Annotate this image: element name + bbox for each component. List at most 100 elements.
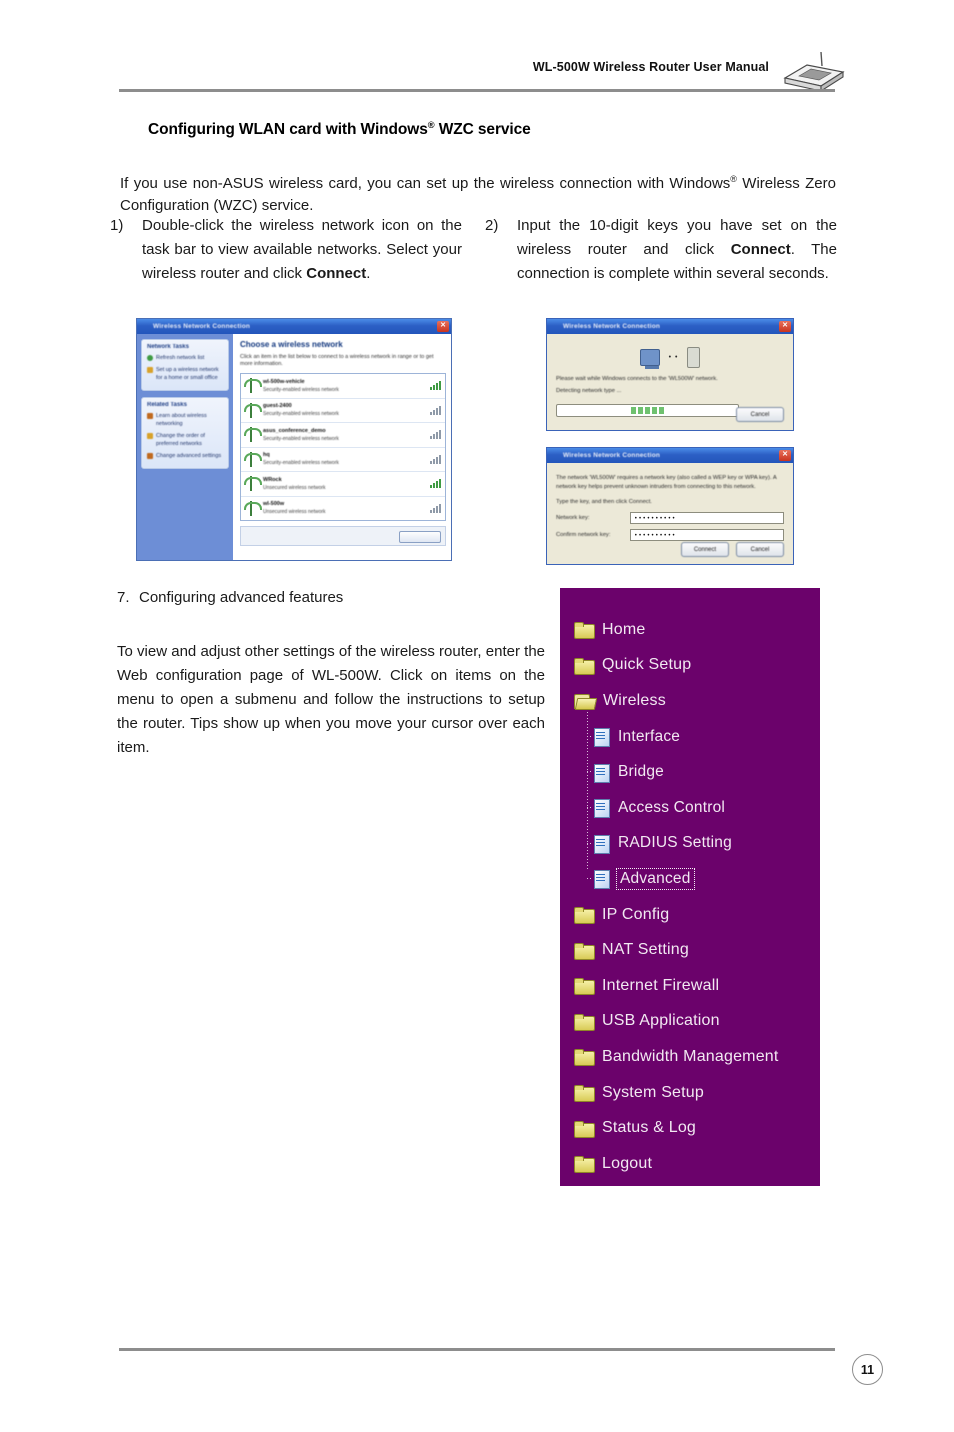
network-list-item[interactable]: guest-2400 Security-enabled wireless netw… <box>241 399 445 423</box>
network-item-text: WRock Unsecured wireless network <box>260 476 430 492</box>
screenshot-choose-wireless-network: Wireless Network Connection ✕ Network Ta… <box>136 318 452 561</box>
folder-open-icon <box>574 693 594 710</box>
menu-item-label: Status & Log <box>602 1119 697 1137</box>
network-description: Security-enabled wireless network <box>263 386 339 393</box>
task-link[interactable]: Set up a wireless network for a home or … <box>147 366 223 382</box>
folder-icon <box>574 1085 595 1103</box>
menu-item-quick-setup[interactable]: Quick Setup <box>560 648 820 684</box>
step-2-body: Input the 10-digit keys you have set on … <box>517 214 837 286</box>
folder-icon <box>574 622 595 640</box>
folder-icon <box>574 1013 595 1031</box>
network-name: guest-2400 <box>263 403 292 410</box>
router-device-icon <box>687 346 701 368</box>
menu-item-internet-firewall[interactable]: Internet Firewall <box>560 968 820 1004</box>
close-icon[interactable]: ✕ <box>779 449 791 461</box>
network-key-message: The network 'WL500W' requires a network … <box>556 475 777 490</box>
cancel-button[interactable]: Cancel <box>736 542 784 557</box>
network-list-item[interactable]: hq Security-enabled wireless network <box>241 448 445 472</box>
task-link[interactable]: Change advanced settings <box>147 452 223 460</box>
wireless-signal-icon <box>243 377 262 394</box>
menu-item-label: Bridge <box>618 763 665 781</box>
step-1: 1) Double-click the wireless network ico… <box>110 214 462 286</box>
pane-subtext: Click an item in the list below to conne… <box>240 354 434 367</box>
menu-item-radius-setting[interactable]: RADIUS Setting <box>560 826 820 862</box>
step-1-body: Double-click the wireless network icon o… <box>142 214 462 286</box>
menu-item-advanced[interactable]: Advanced <box>560 861 820 897</box>
window-title: Wireless Network Connection <box>563 452 661 459</box>
related-tasks-title: Related Tasks <box>147 402 187 408</box>
menu-item-label: RADIUS Setting <box>618 834 732 852</box>
network-list-item[interactable]: WRock Unsecured wireless network <box>241 472 445 497</box>
menu-item-label: Access Control <box>618 798 726 816</box>
connect-button[interactable]: Connect <box>681 542 729 557</box>
signal-strength-icon <box>430 454 441 464</box>
document-icon <box>594 870 610 890</box>
wireless-signal-icon <box>243 475 262 492</box>
related-tasks-panel: Related Tasks Learn about wireless netwo… <box>141 397 229 469</box>
network-name: wl-500w-vehicle <box>263 378 305 385</box>
network-item-text: wl-500w-vehicle Security-enabled wireless… <box>260 378 430 394</box>
network-key-instruction: Type the key, and then click Connect. <box>556 499 652 505</box>
menu-item-label: System Setup <box>602 1083 705 1101</box>
menu-item-interface[interactable]: Interface <box>560 719 820 755</box>
menu-item-label: Advanced <box>616 867 695 890</box>
menu-item-ip-config[interactable]: IP Config <box>560 897 820 933</box>
progress-bar <box>556 404 739 417</box>
menu-item-status-log[interactable]: Status & Log <box>560 1110 820 1146</box>
dialog-body: • • Please wait while Windows connects t… <box>547 334 793 430</box>
task-link[interactable]: Change the order of preferred networks <box>147 432 223 448</box>
network-key-input[interactable]: •••••••••• <box>630 512 784 524</box>
menu-item-label: Home <box>602 620 646 638</box>
document-icon <box>594 763 610 783</box>
menu-item-logout[interactable]: Logout <box>560 1146 820 1182</box>
registered-mark: ® <box>427 119 435 130</box>
task-link[interactable]: Learn about wireless networking <box>147 412 223 428</box>
network-list-item[interactable]: wl-500w-vehicle Security-enabled wireless… <box>241 374 445 399</box>
wireless-signal-icon <box>243 451 262 468</box>
network-name: wl-500w <box>263 501 285 508</box>
window-titlebar: Wireless Network Connection ✕ <box>137 319 451 334</box>
close-icon[interactable]: ✕ <box>779 320 791 332</box>
menu-item-label: IP Config <box>602 905 670 923</box>
connect-button[interactable] <box>399 531 441 543</box>
router-icon <box>777 50 849 94</box>
confirm-key-input[interactable]: •••••••••• <box>630 529 784 541</box>
menu-item-bandwidth-management[interactable]: Bandwidth Management <box>560 1039 820 1075</box>
menu-item-home[interactable]: Home <box>560 612 820 648</box>
menu-item-wireless[interactable]: Wireless <box>560 683 820 719</box>
dialog-footer <box>240 526 446 546</box>
header-divider <box>119 89 835 92</box>
menu-item-nat-setting[interactable]: NAT Setting <box>560 932 820 968</box>
network-tasks-panel: Network Tasks Refresh network list Set u… <box>141 339 229 391</box>
network-description: Security-enabled wireless network <box>263 460 339 467</box>
network-name: WRock <box>263 476 282 483</box>
section-7-title-text: Configuring advanced features <box>139 589 344 606</box>
window-title: Wireless Network Connection <box>153 323 251 330</box>
dialog-body: The network 'WL500W' requires a network … <box>547 463 793 564</box>
task-link[interactable]: Refresh network list <box>147 354 223 362</box>
window-titlebar: Wireless Network Connection ✕ <box>547 448 793 463</box>
network-list[interactable]: wl-500w-vehicle Security-enabled wireless… <box>240 373 446 521</box>
page-header: WL-500W Wireless Router User Manual <box>0 50 954 102</box>
network-list-item[interactable]: asus_conference_demo Security-enabled wir… <box>241 423 445 448</box>
menu-item-bridge[interactable]: Bridge <box>560 754 820 790</box>
cancel-button[interactable]: Cancel <box>736 407 784 422</box>
close-icon[interactable]: ✕ <box>437 320 449 332</box>
menu-item-usb-application[interactable]: USB Application <box>560 1004 820 1040</box>
folder-icon <box>574 657 595 675</box>
step-1-number: 1) <box>110 217 124 234</box>
task-sidebar: Network Tasks Refresh network list Set u… <box>137 334 233 560</box>
network-list-item[interactable]: wl-500w Unsecured wireless network <box>241 497 445 521</box>
menu-item-label: USB Application <box>602 1012 720 1030</box>
wireless-signal-icon <box>243 426 262 443</box>
manual-title: WL-500W Wireless Router User Manual <box>532 60 769 74</box>
menu-item-label: Internet Firewall <box>602 976 720 994</box>
network-key-row: Network key: •••••••••• <box>556 512 784 524</box>
step-2-emphasis: Connect <box>730 241 791 258</box>
confirm-key-row: Confirm network key: •••••••••• <box>556 529 784 541</box>
menu-item-system-setup[interactable]: System Setup <box>560 1075 820 1111</box>
folder-icon <box>574 1156 595 1174</box>
menu-item-access-control[interactable]: Access Control <box>560 790 820 826</box>
signal-strength-icon <box>430 503 441 513</box>
signal-strength-icon <box>430 479 441 489</box>
